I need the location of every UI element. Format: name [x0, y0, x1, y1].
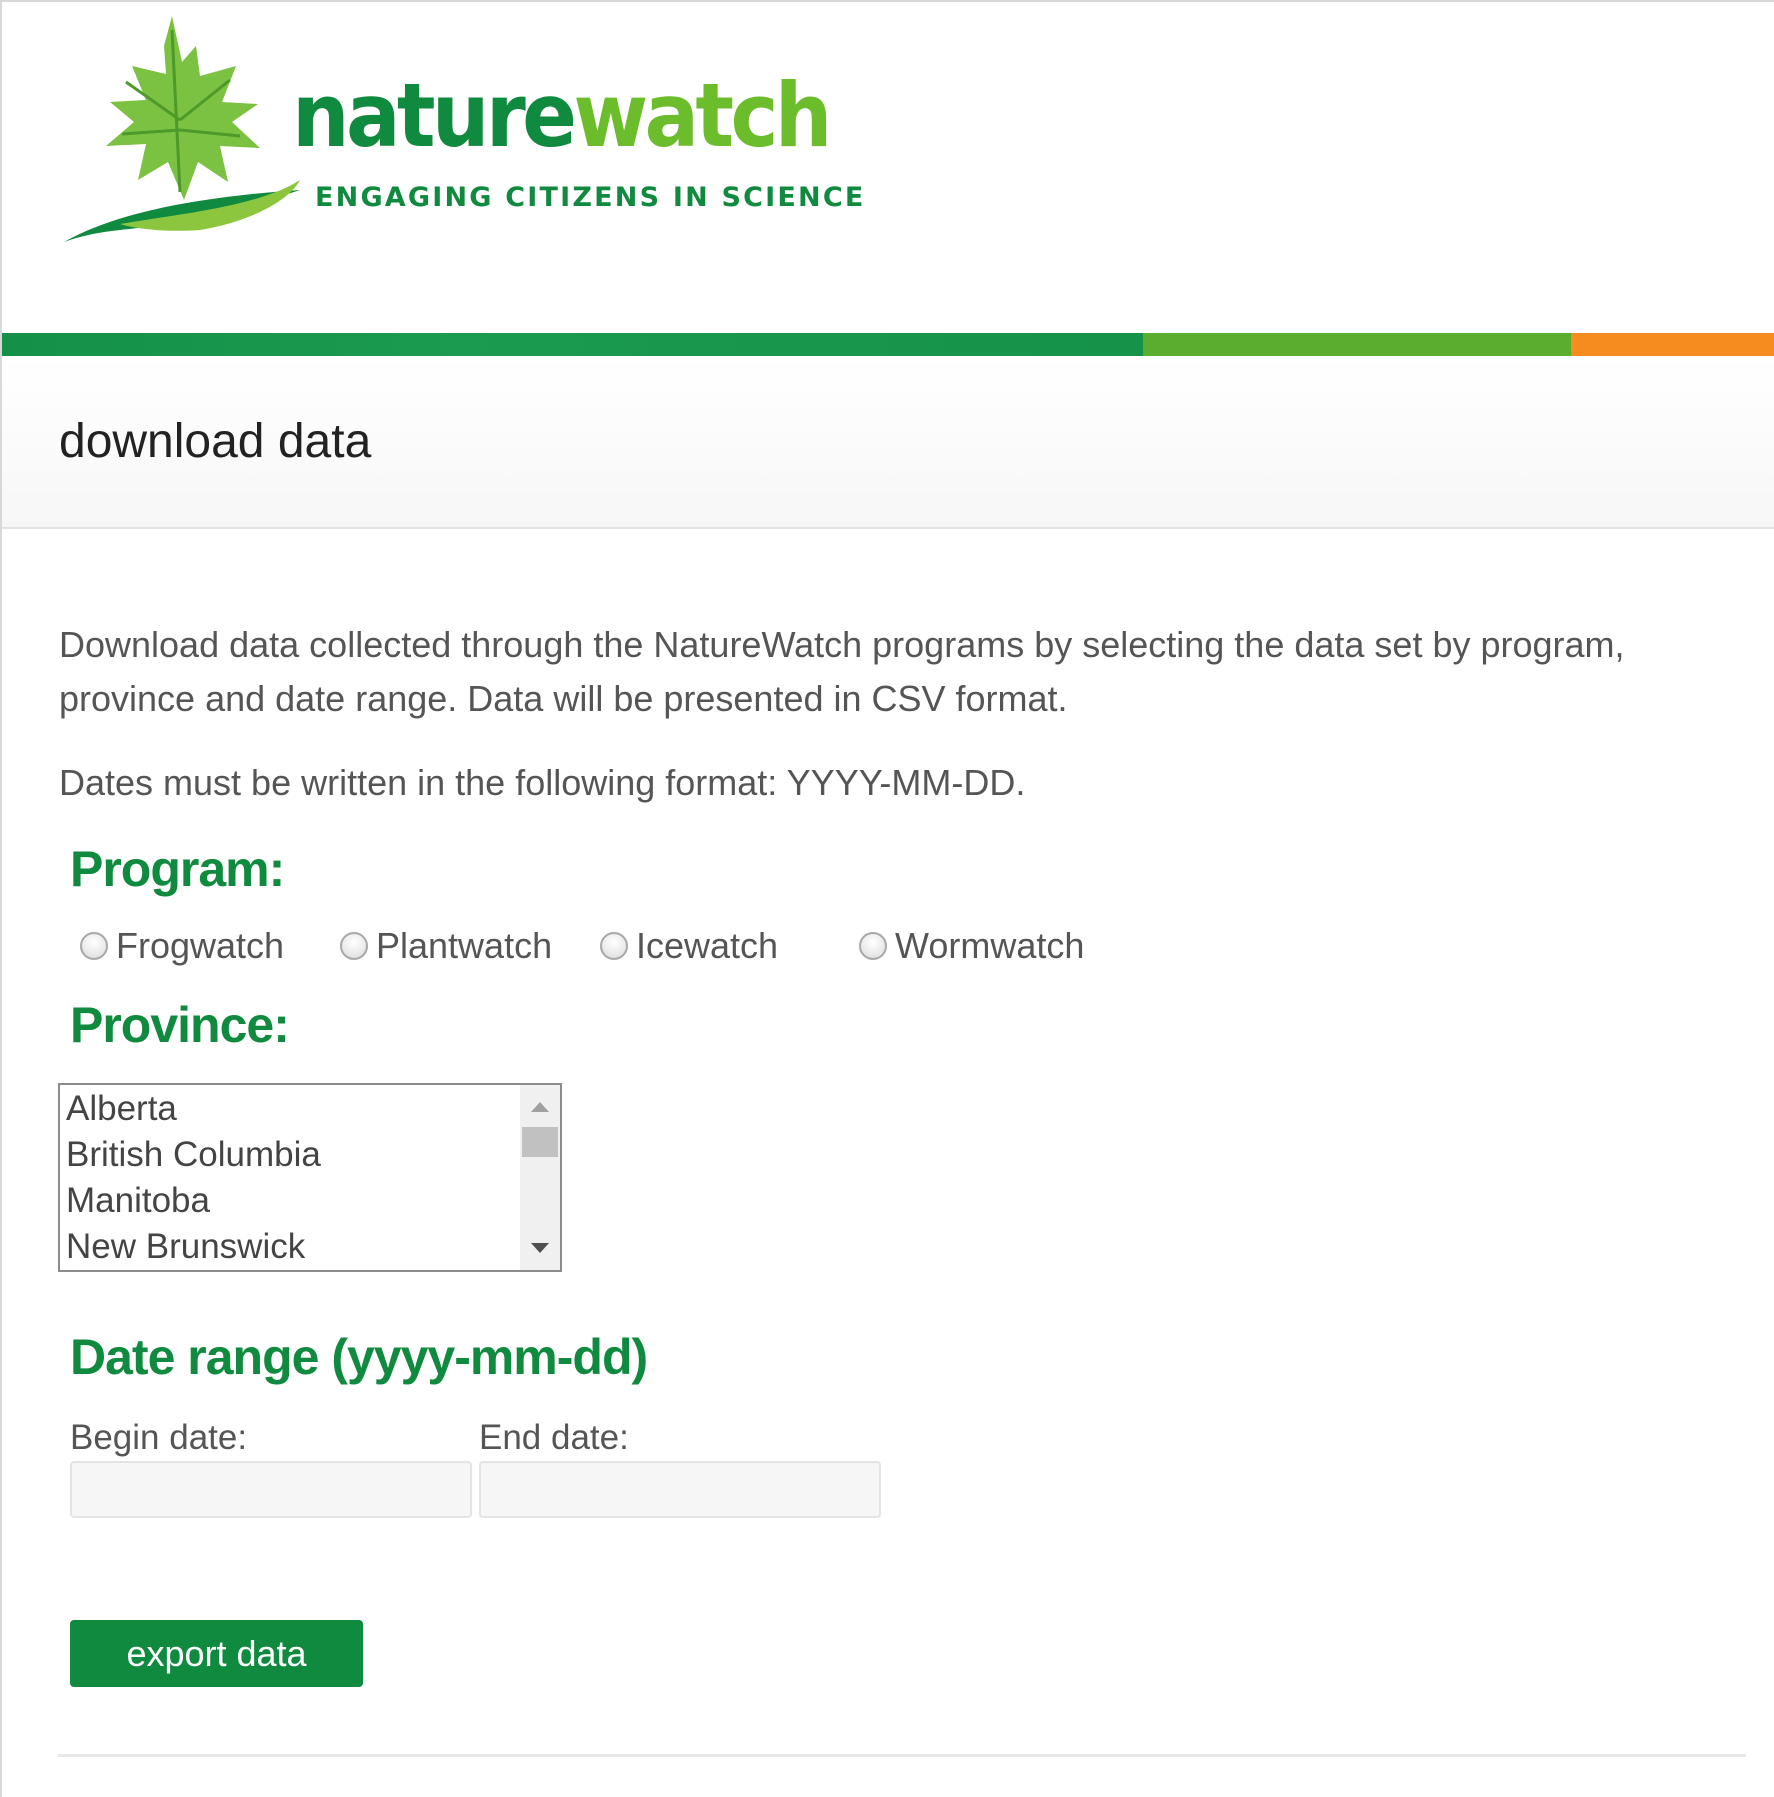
radio-plantwatch[interactable]: Plantwatch — [340, 925, 552, 967]
radio-label: Wormwatch — [895, 925, 1085, 966]
title-bar: download data — [2, 356, 1774, 529]
band-segment-green — [2, 333, 1143, 356]
radio-circle[interactable] — [600, 932, 628, 960]
scroll-thumb[interactable] — [522, 1127, 558, 1157]
date-format-note: Dates must be written in the following f… — [59, 762, 1026, 803]
tagline: ENGAGING CITIZENS IN SCIENCE — [315, 182, 866, 213]
radio-circle[interactable] — [340, 932, 368, 960]
listbox-scrollbar[interactable] — [520, 1085, 560, 1270]
radio-label: Icewatch — [636, 925, 779, 966]
begin-date-input[interactable] — [70, 1461, 472, 1518]
province-option-new-brunswick[interactable]: New Brunswick — [66, 1227, 305, 1267]
radio-circle[interactable] — [859, 932, 887, 960]
program-radio-group: Frogwatch Plantwatch Icewatch Wormwatch — [0, 925, 1200, 975]
naturewatch-logo[interactable]: naturewatch ENGAGING CITIZENS IN SCIENCE — [60, 10, 863, 250]
export-data-button[interactable]: export data — [70, 1620, 363, 1687]
band-segment-lightgreen — [1143, 333, 1571, 356]
band-segment-orange — [1571, 333, 1774, 356]
begin-date-label: Begin date: — [70, 1418, 248, 1457]
province-heading: Province: — [70, 997, 290, 1053]
intro-text: Download data collected through the Natu… — [59, 624, 1625, 719]
date-range-heading: Date range (yyyy-mm-dd) — [70, 1329, 648, 1385]
province-option-british-columbia[interactable]: British Columbia — [66, 1135, 321, 1175]
end-date-input[interactable] — [479, 1461, 881, 1518]
radio-label: Plantwatch — [376, 925, 553, 966]
wordmark: naturewatch — [292, 64, 832, 167]
radio-label: Frogwatch — [116, 925, 285, 966]
province-option-alberta[interactable]: Alberta — [66, 1089, 177, 1129]
radio-wormwatch[interactable]: Wormwatch — [859, 925, 1084, 967]
program-heading: Program: — [70, 841, 285, 897]
page-title: download data — [59, 415, 372, 468]
radio-frogwatch[interactable]: Frogwatch — [80, 925, 284, 967]
end-date-label: End date: — [479, 1418, 629, 1457]
radio-circle[interactable] — [80, 932, 108, 960]
province-option-manitoba[interactable]: Manitoba — [66, 1181, 210, 1221]
province-listbox[interactable]: Alberta British Columbia Manitoba New Br… — [58, 1083, 562, 1272]
scroll-up-arrow-icon[interactable] — [531, 1102, 549, 1112]
header-color-band — [2, 333, 1774, 356]
footer-divider — [58, 1754, 1746, 1757]
page-frame — [0, 0, 1774, 1797]
radio-icewatch[interactable]: Icewatch — [600, 925, 778, 967]
scroll-down-arrow-icon[interactable] — [531, 1243, 549, 1253]
